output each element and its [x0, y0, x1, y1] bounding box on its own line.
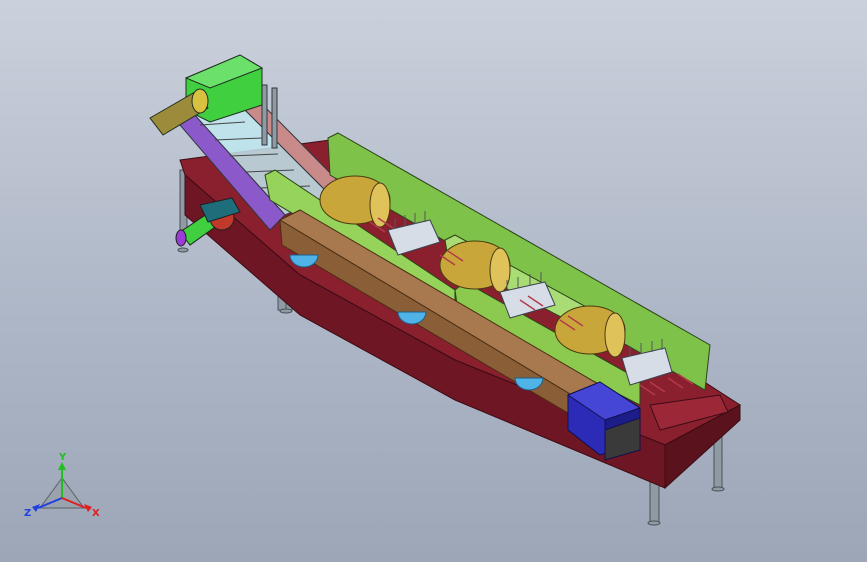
z-axis-label: Z	[24, 508, 31, 519]
x-axis-label: X	[92, 508, 100, 519]
machine-model[interactable]	[0, 0, 867, 562]
cad-viewport[interactable]: Y X Z	[0, 0, 867, 562]
y-axis-head	[58, 462, 66, 470]
coordinate-triad-icon: Y X Z	[24, 452, 100, 519]
y-axis-label: Y	[58, 452, 67, 463]
